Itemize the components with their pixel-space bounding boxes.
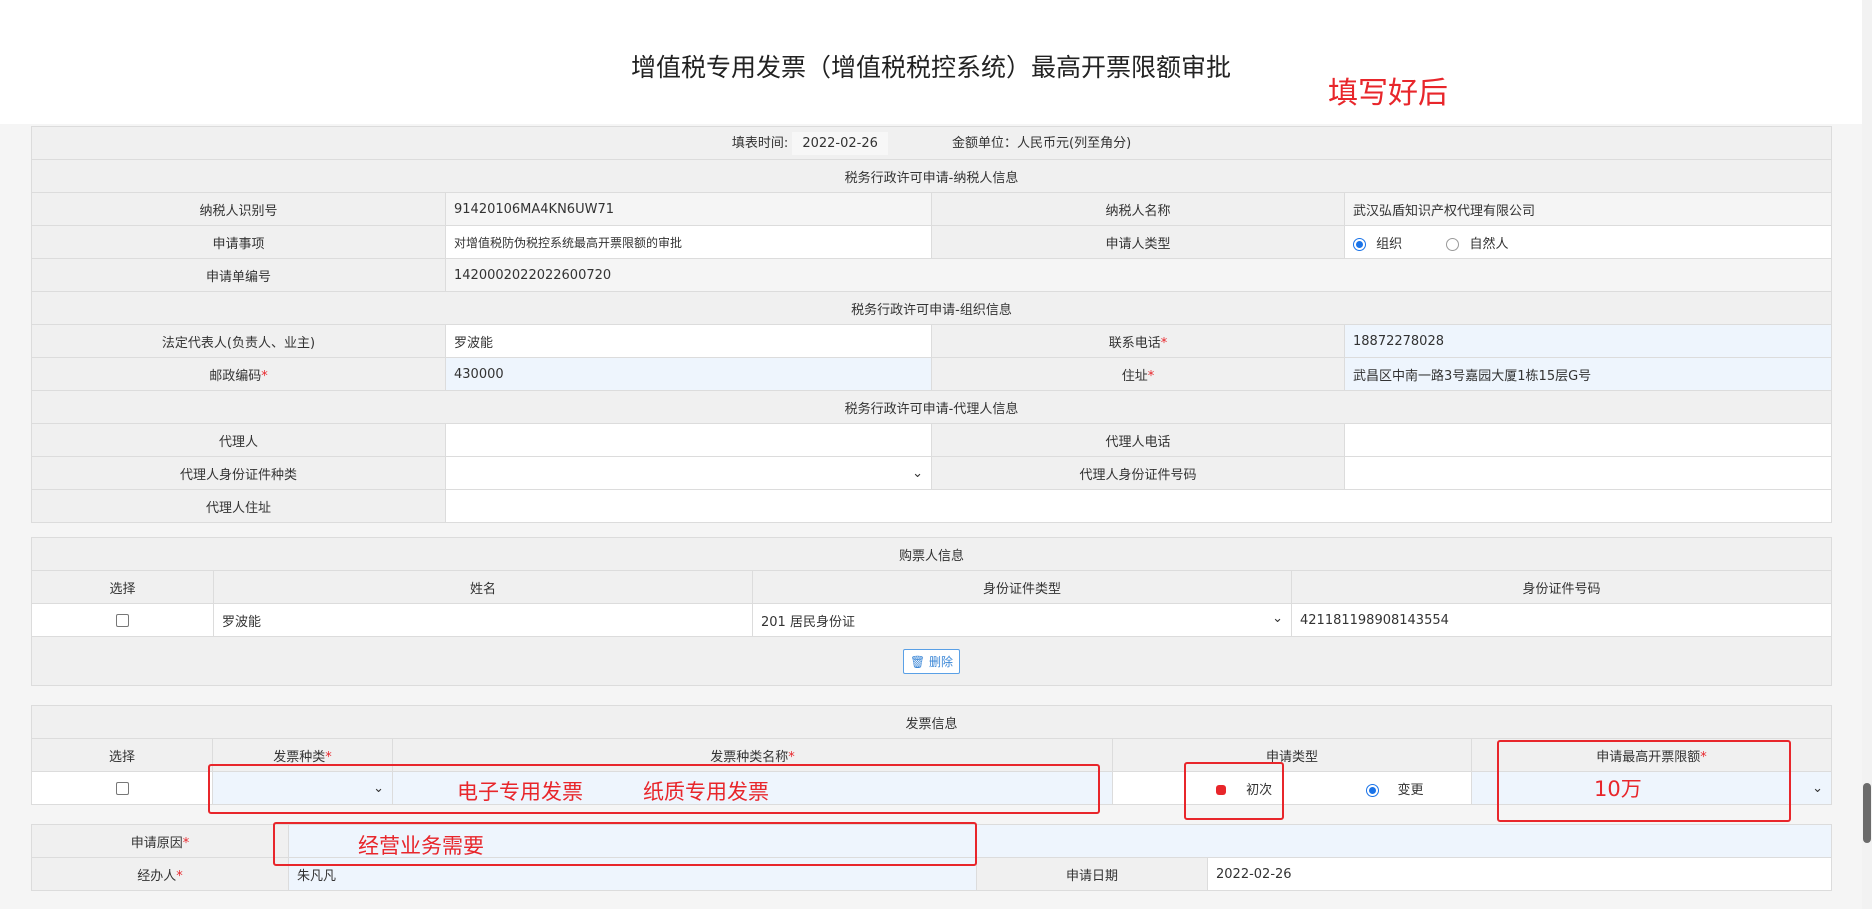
agent-id-type-select[interactable]: ⌄ bbox=[445, 456, 932, 490]
chevron-down-icon: ⌄ bbox=[912, 465, 923, 481]
applicant-type-group: 组织 自然人 bbox=[1343, 225, 1833, 259]
annotation-after-filled: 填写好后 bbox=[1328, 76, 1448, 111]
address-label: 住址* bbox=[931, 357, 1345, 391]
agent-address-label: 代理人住址 bbox=[31, 489, 446, 523]
fill-time-value[interactable]: 2022-02-26 bbox=[792, 131, 888, 155]
taxpayer-id-field[interactable]: 91420106MA4KN6UW71 bbox=[445, 192, 932, 226]
vertical-scrollbar[interactable] bbox=[1862, 0, 1872, 909]
applicant-type-label: 申请人类型 bbox=[931, 225, 1345, 259]
radio-change[interactable] bbox=[1366, 783, 1380, 797]
application-info-table: 填表时间: 2022-02-26 金额单位：人民币元(列至角分) 税务行政许可申… bbox=[30, 126, 1833, 523]
annotation-box-apply-type bbox=[1184, 762, 1284, 820]
application-no-field: 1420002022022600720 bbox=[444, 258, 1833, 292]
taxpayer-id-label: 纳税人识别号 bbox=[31, 192, 446, 226]
form-meta-row: 填表时间: 2022-02-26 金额单位：人民币元(列至角分) bbox=[30, 126, 1833, 160]
postcode-field[interactable]: 430000 bbox=[445, 357, 932, 391]
taxpayer-section-header: 税务行政许可申请-纳税人信息 bbox=[30, 159, 1833, 193]
taxpayer-name-field[interactable]: 武汉弘盾知识产权代理有限公司 bbox=[1343, 192, 1833, 226]
legal-rep-label: 法定代表人(负责人、业主) bbox=[31, 324, 446, 358]
agent-phone-label: 代理人电话 bbox=[931, 423, 1345, 457]
radio-change-label: 变更 bbox=[1397, 782, 1424, 798]
fill-time-label: 填表时间: bbox=[731, 135, 789, 151]
annotation-invoice-name-2: 纸质专用发票 bbox=[643, 780, 769, 804]
buyer-section-header: 购票人信息 bbox=[30, 537, 1833, 571]
invoice-row-select bbox=[31, 771, 213, 805]
reason-label: 申请原因* bbox=[31, 824, 289, 858]
buyer-col-name: 姓名 bbox=[213, 570, 753, 604]
invoice-col-apply-type: 申请类型 bbox=[1112, 738, 1472, 772]
buyer-actions-row: 🗑 删除 bbox=[30, 636, 1833, 686]
buyer-col-select: 选择 bbox=[31, 570, 214, 604]
phone-field[interactable]: 18872278028 bbox=[1343, 324, 1833, 358]
buyer-row-checkbox[interactable] bbox=[116, 613, 129, 627]
chevron-down-icon: ⌄ bbox=[1272, 610, 1283, 626]
phone-label: 联系电话* bbox=[931, 324, 1345, 358]
handler-label: 经办人* bbox=[31, 857, 289, 891]
radio-organization-label: 组织 bbox=[1376, 236, 1403, 252]
buyer-row-id-no[interactable]: 421181198908143554 bbox=[1290, 603, 1833, 637]
buyer-row-id-type-select[interactable]: 201 居民身份证 ⌄ bbox=[752, 603, 1292, 637]
legal-rep-field[interactable]: 罗波能 bbox=[445, 324, 932, 358]
trash-icon: 🗑 bbox=[909, 654, 926, 669]
annotation-limit: 10万 bbox=[1594, 777, 1642, 801]
annotation-invoice-name-1: 电子专用发票 bbox=[457, 780, 583, 804]
unit-label: 金额单位：人民币元(列至角分) bbox=[952, 135, 1132, 151]
matter-field: 对增值税防伪税控系统最高开票限额的审批 bbox=[445, 225, 932, 259]
radio-natural-person-label: 自然人 bbox=[1469, 236, 1509, 252]
buyer-col-id-no: 身份证件号码 bbox=[1290, 570, 1833, 604]
address-field[interactable]: 武昌区中南一路3号嘉园大厦1栋15层G号 bbox=[1343, 357, 1833, 391]
agent-id-type-label: 代理人身份证件种类 bbox=[31, 456, 446, 490]
apply-type-group: 初次 变更 bbox=[1112, 771, 1472, 805]
buyer-row-select bbox=[31, 603, 214, 637]
apply-date-field[interactable]: 2022-02-26 bbox=[1206, 857, 1833, 891]
chevron-down-icon: ⌄ bbox=[1812, 780, 1824, 796]
buyer-col-id-type: 身份证件类型 bbox=[752, 570, 1292, 604]
agent-section-header: 税务行政许可申请-代理人信息 bbox=[30, 390, 1833, 424]
page-title: 增值税专用发票（增值税税控系统）最高开票限额审批 bbox=[630, 53, 1231, 82]
agent-address-field[interactable] bbox=[444, 489, 1833, 523]
apply-date-label: 申请日期 bbox=[976, 857, 1208, 891]
org-section-header: 税务行政许可申请-组织信息 bbox=[30, 291, 1833, 325]
application-no-label: 申请单编号 bbox=[31, 258, 446, 292]
agent-field[interactable] bbox=[445, 423, 932, 457]
delete-button[interactable]: 🗑 删除 bbox=[902, 648, 961, 674]
scrollbar-thumb[interactable] bbox=[1863, 783, 1871, 843]
buyer-row-name[interactable]: 罗波能 bbox=[213, 603, 753, 637]
agent-label: 代理人 bbox=[31, 423, 446, 457]
invoice-section-header: 发票信息 bbox=[30, 705, 1833, 739]
radio-organization[interactable] bbox=[1353, 237, 1366, 251]
annotation-reason: 经营业务需要 bbox=[358, 834, 484, 858]
annotation-box-limit bbox=[1497, 740, 1791, 822]
agent-id-no-field[interactable] bbox=[1343, 456, 1833, 490]
radio-natural-person[interactable] bbox=[1446, 237, 1460, 251]
agent-phone-field[interactable] bbox=[1343, 423, 1833, 457]
taxpayer-name-label: 纳税人名称 bbox=[931, 192, 1345, 226]
invoice-col-select: 选择 bbox=[31, 738, 213, 772]
postcode-label: 邮政编码* bbox=[31, 357, 446, 391]
agent-id-no-label: 代理人身份证件号码 bbox=[931, 456, 1345, 490]
invoice-row-checkbox[interactable] bbox=[115, 781, 129, 795]
buyer-table: 购票人信息 选择 姓名 身份证件类型 身份证件号码 罗波能 201 居民身份证 … bbox=[30, 537, 1833, 686]
matter-label: 申请事项 bbox=[31, 225, 446, 259]
